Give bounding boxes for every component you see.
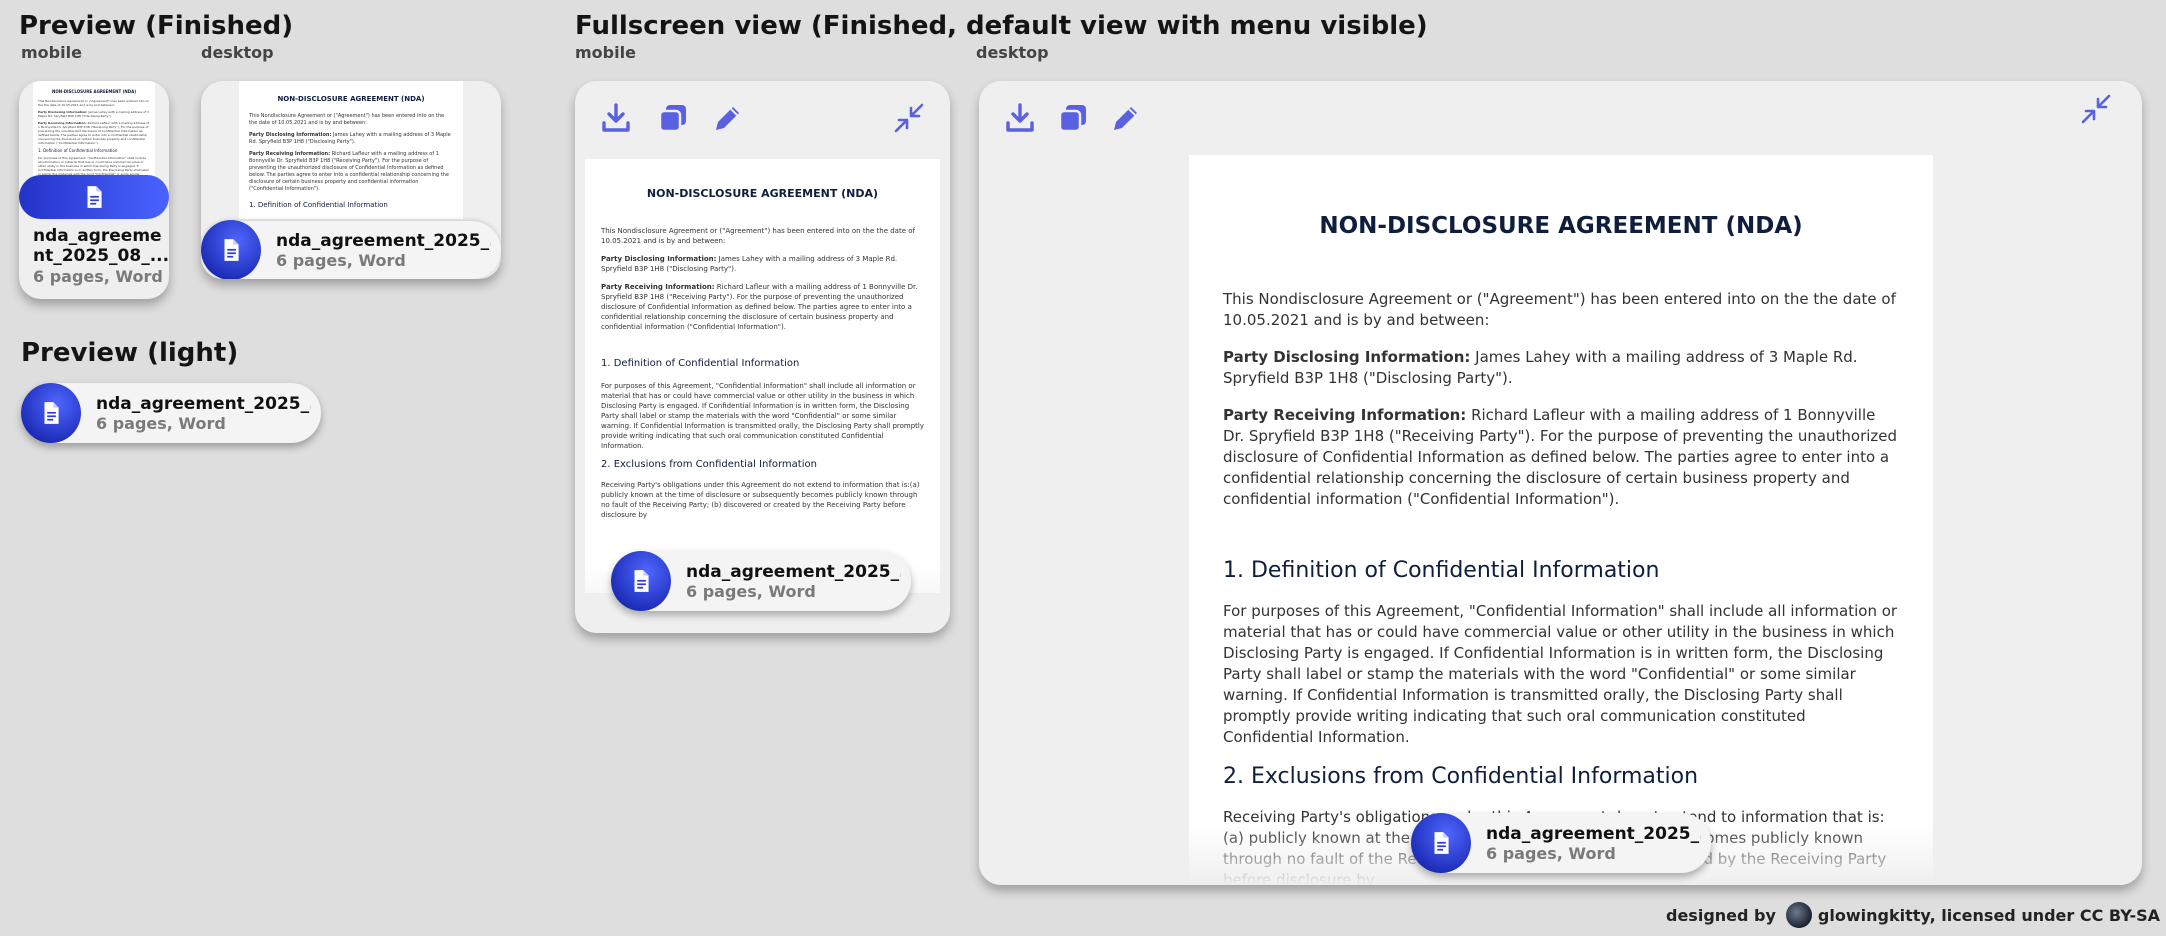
file-name: nda_agreement_2025_... (686, 561, 901, 582)
file-name-line-2: nt_2025_08_... (33, 246, 169, 266)
file-type-badge (201, 220, 261, 279)
download-icon[interactable] (600, 102, 632, 134)
doc-section-1-title: 1. Definition of Confidential Informatio… (249, 201, 388, 209)
light-file-pill[interactable]: nda_agreement_2025_... 6 pages, Word (21, 383, 321, 443)
designed-by-label: designed by (1666, 905, 1776, 925)
pencil-icon[interactable] (712, 102, 744, 134)
doc-title: NON-DISCLOSURE AGREEMENT (NDA) (277, 95, 425, 103)
file-pill[interactable]: nda_agreement_2025_... 6 pages, Word (611, 551, 911, 611)
document-icon (218, 237, 244, 263)
file-type-badge (21, 383, 81, 443)
file-meta: 6 pages, Word (33, 267, 163, 286)
doc-party-disclosing: Party Disclosing Information: James Lahe… (601, 255, 898, 273)
doc-party-receiving: Party Receiving Information: Richard Laf… (38, 121, 150, 145)
doc-party-receiving: Party Receiving Information: Richard Laf… (1223, 406, 1898, 508)
collapse-icon[interactable] (2080, 93, 2112, 125)
file-type-badge (19, 175, 169, 219)
footer-credit: designed by glowingkitty, licensed under… (1666, 902, 2166, 928)
doc-section-2-title: 2. Exclusions from Confidential Informat… (601, 459, 817, 470)
doc-party-receiving: Party Receiving Information: Richard Laf… (601, 283, 918, 331)
desktop-label: desktop (201, 43, 274, 62)
doc-section-2-text: Receiving Party's obligations under this… (601, 481, 920, 519)
document-icon (1428, 830, 1454, 856)
doc-intro: This Nondisclosure Agreement or ("Agreem… (38, 99, 150, 107)
file-pill[interactable]: nda_agreement_2025_... 6 pages, Word (1411, 813, 1711, 873)
file-type-badge (1411, 813, 1471, 873)
doc-party-disclosing: Party Disclosing Information: James Lahe… (38, 110, 150, 118)
desktop-fullscreen-card: NON-DISCLOSURE AGREEMENT (NDA) This Nond… (979, 81, 2142, 885)
file-meta: 6 pages, Word (96, 413, 226, 433)
doc-title: NON-DISCLOSURE AGREEMENT (NDA) (646, 187, 879, 200)
pencil-icon[interactable] (1110, 102, 1142, 134)
document-icon (628, 568, 654, 594)
doc-section-1-text: For purposes of this Agreement, "Confide… (601, 382, 924, 450)
copy-icon[interactable] (1057, 102, 1089, 134)
file-meta: 6 pages, Word (1486, 843, 1616, 863)
file-name-line-1: nda_agreeme (33, 226, 162, 246)
file-name: nda_agreement_2025_... (96, 393, 311, 414)
desktop-preview-document: NON-DISCLOSURE AGREEMENT (NDA) This Nond… (239, 81, 463, 219)
file-meta: 6 pages, Word (686, 581, 816, 601)
doc-section-2-title: 2. Exclusions from Confidential Informat… (1223, 764, 1699, 789)
fullscreen-title: Fullscreen view (Finished, default view … (575, 11, 1428, 41)
mobile-preview-document: NON-DISCLOSURE AGREEMENT (NDA) This Nond… (33, 81, 155, 181)
mobile-label: mobile (21, 43, 82, 62)
copy-icon[interactable] (657, 102, 689, 134)
doc-intro: This Nondisclosure Agreement or ("Agreem… (601, 227, 915, 245)
doc-intro: This Nondisclosure Agreement or ("Agreem… (249, 113, 445, 126)
avatar (1785, 902, 1812, 928)
mobile-fullscreen-document: NON-DISCLOSURE AGREEMENT (NDA) This Nond… (585, 159, 940, 593)
file-name: nda_agreement_2025_... (276, 230, 491, 251)
doc-party-receiving: Party Receiving Information: Richard Laf… (249, 151, 449, 192)
doc-section-1-title: 1. Definition of Confidential Informatio… (1223, 558, 1660, 583)
file-meta: 6 pages, Word (276, 250, 406, 270)
desktop-preview-card[interactable]: NON-DISCLOSURE AGREEMENT (NDA) This Nond… (201, 81, 501, 279)
doc-section-1-text: For purposes of this Agreement, "Confide… (1223, 602, 1898, 746)
mobile-preview-card[interactable]: NON-DISCLOSURE AGREEMENT (NDA) This Nond… (19, 81, 169, 299)
preview-finished-title: Preview (Finished) (19, 11, 294, 41)
file-name: nda_agreement_2025_... (1486, 823, 1701, 844)
download-icon[interactable] (1004, 102, 1036, 134)
fullscreen-mobile-label: mobile (575, 43, 636, 62)
document-icon (38, 400, 64, 426)
doc-party-disclosing: Party Disclosing Information: James Lahe… (1223, 348, 1858, 387)
collapse-icon[interactable] (893, 102, 925, 134)
doc-party-disclosing: Party Disclosing Information: James Lahe… (249, 132, 451, 145)
doc-section-1-title: 1. Definition of Confidential Informatio… (601, 358, 800, 369)
mobile-fullscreen-card: NON-DISCLOSURE AGREEMENT (NDA) This Nond… (575, 81, 950, 633)
fullscreen-desktop-label: desktop (976, 43, 1049, 62)
doc-intro: This Nondisclosure Agreement or ("Agreem… (1223, 290, 1896, 329)
credit-text: glowingkitty, licensed under CC BY-SA 4.… (1817, 905, 2166, 925)
document-icon (81, 184, 107, 210)
doc-title: NON-DISCLOSURE AGREEMENT (NDA) (1319, 213, 1803, 239)
file-pill[interactable]: nda_agreement_2025_... 6 pages, Word (201, 220, 501, 279)
doc-title: NON-DISCLOSURE AGREEMENT (NDA) (51, 89, 137, 94)
file-type-badge (611, 551, 671, 611)
doc-section-1-title: 1. Definition of Confidential Informatio… (38, 148, 118, 153)
desktop-fullscreen-document: NON-DISCLOSURE AGREEMENT (NDA) This Nond… (1189, 155, 1933, 885)
preview-light-title: Preview (light) (21, 338, 239, 368)
